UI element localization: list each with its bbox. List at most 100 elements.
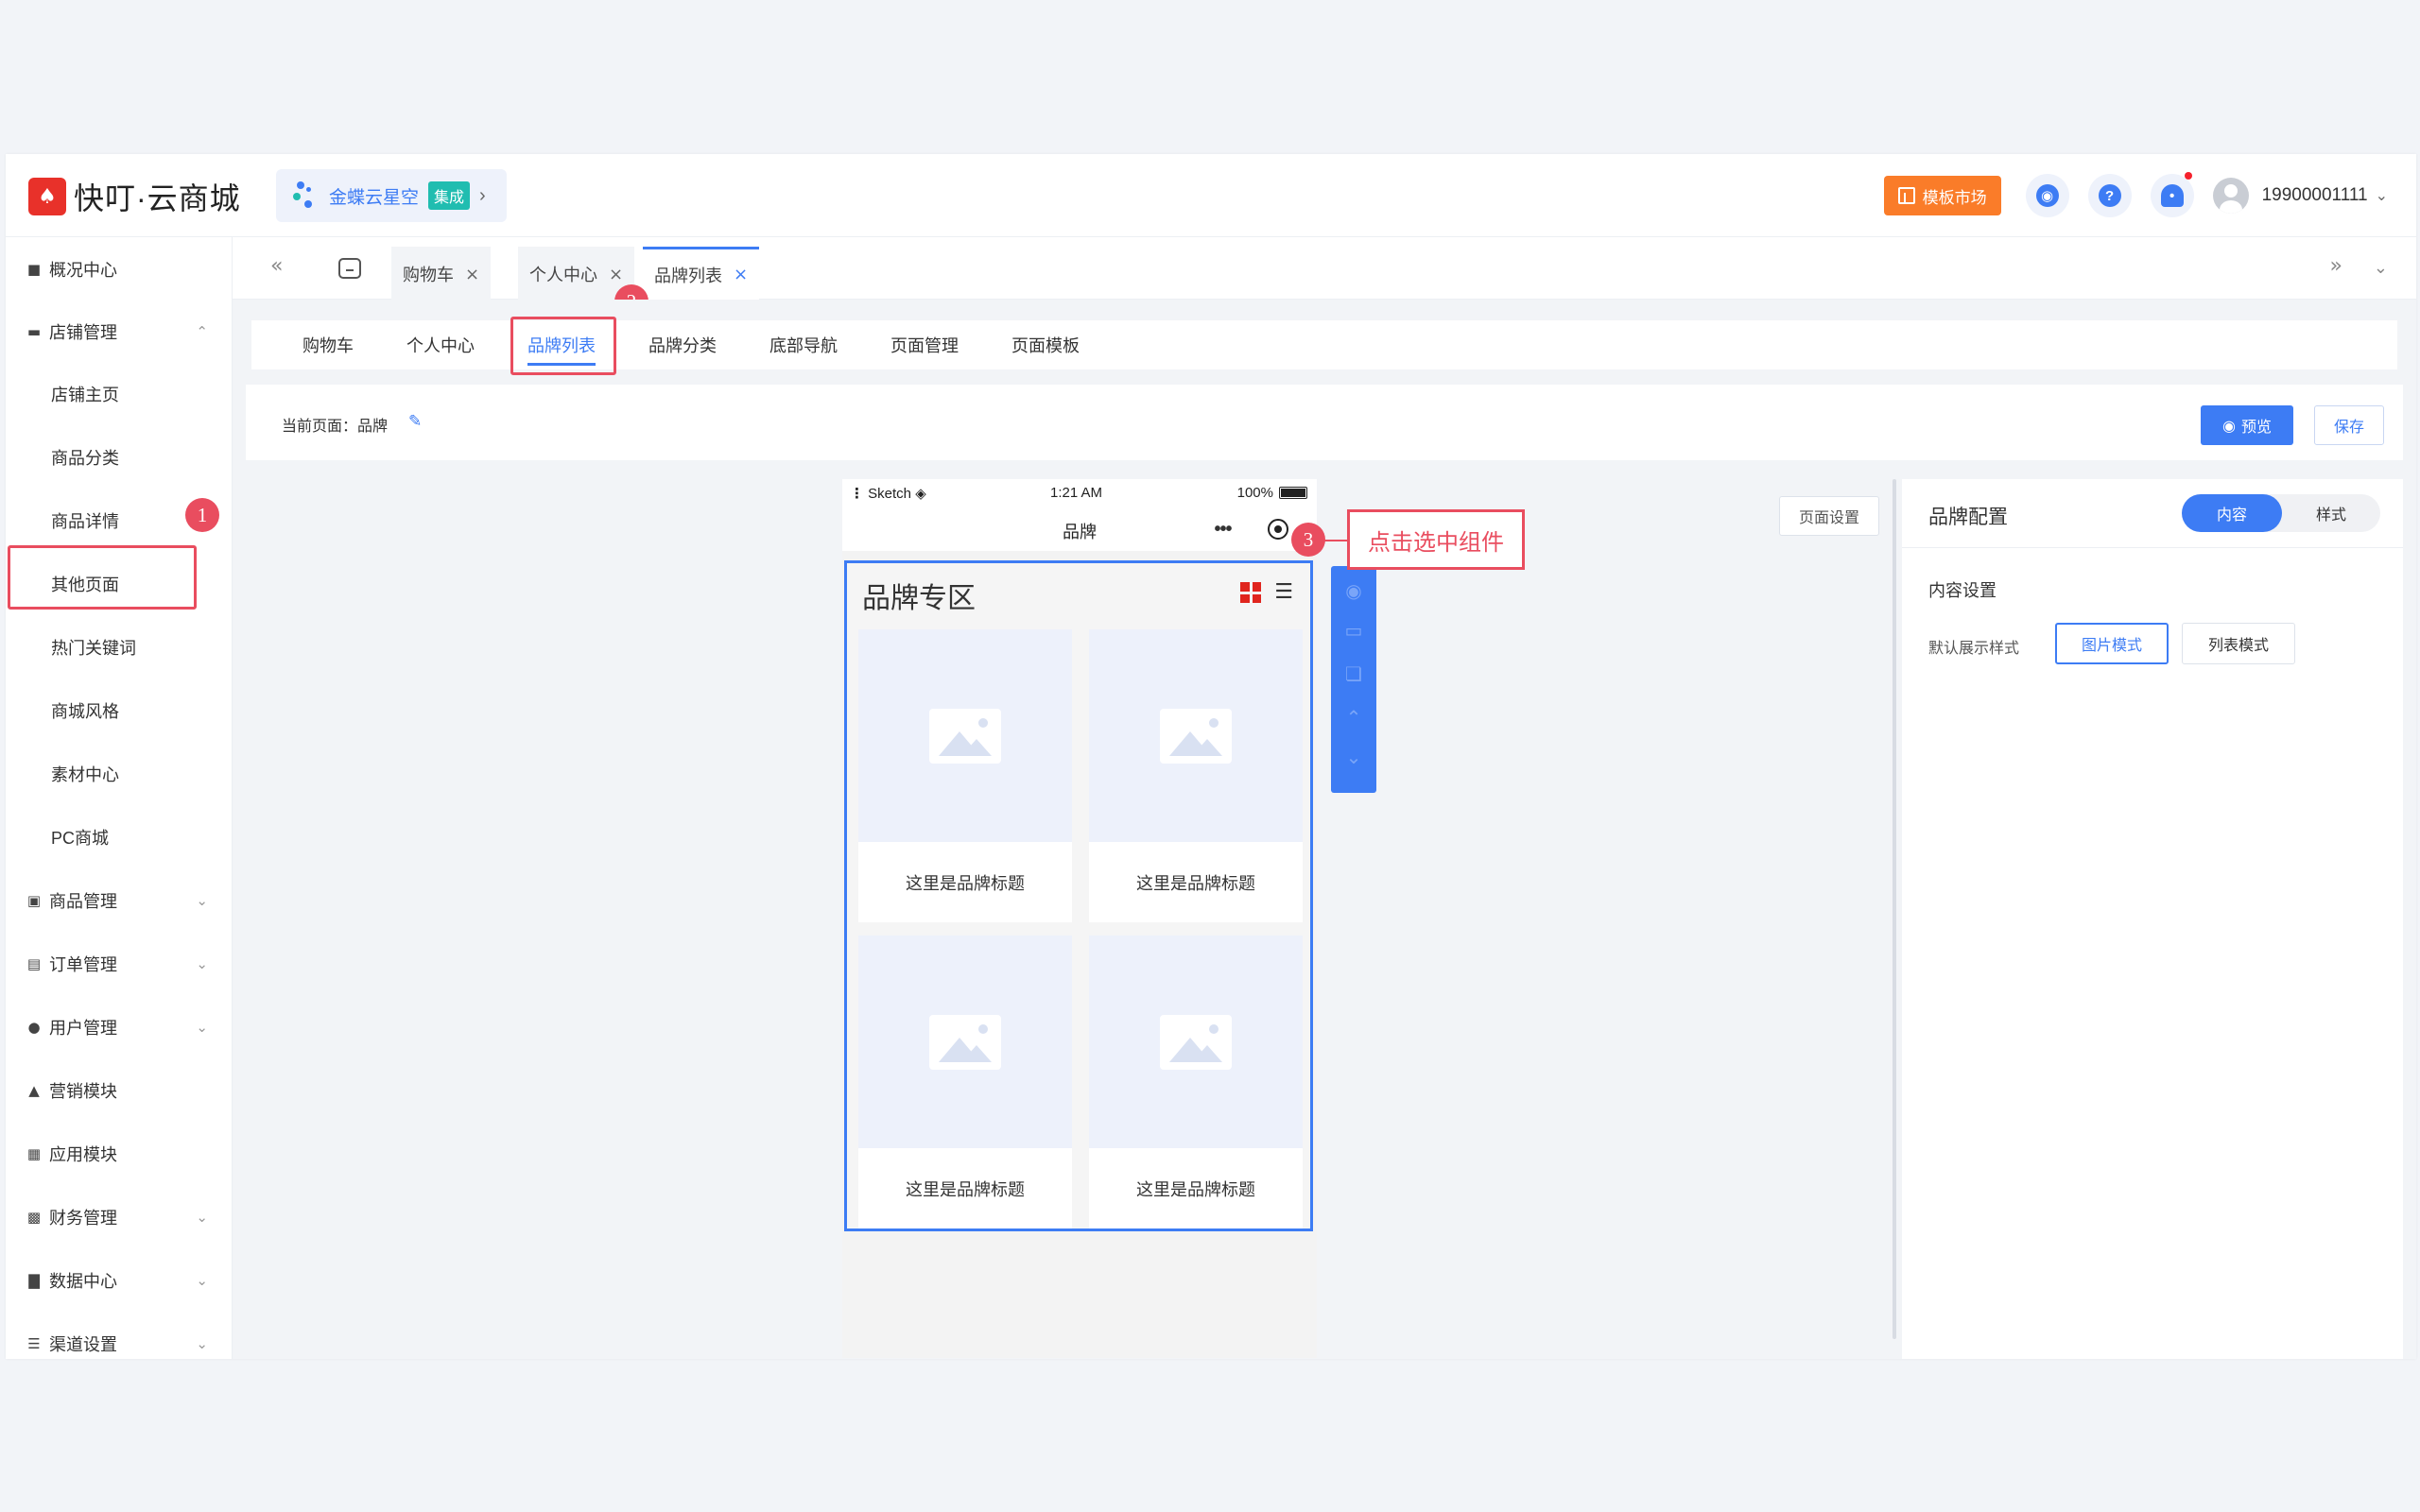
- chevron-up-icon: ⌃: [196, 323, 208, 340]
- top-header: ♠ 快叮·云商城 金蝶云星空 集成 › 模板市场 ◉ ? • 199000011…: [6, 154, 2416, 237]
- carrier-label: Sketch: [868, 486, 912, 502]
- step-badge-1: 1: [185, 498, 219, 532]
- page-settings-button[interactable]: 页面设置: [1779, 496, 1879, 536]
- briefcase-icon: ▣: [26, 892, 42, 909]
- sidebar-item-label: 数据中心: [49, 1272, 117, 1291]
- sidebar-item-data[interactable]: ▇ 数据中心 ⌄: [6, 1262, 233, 1299]
- edit-icon[interactable]: ✎: [408, 412, 422, 431]
- close-icon[interactable]: ×: [465, 265, 479, 284]
- callout-select-component: 点击选中组件: [1347, 509, 1525, 570]
- brand-card: 这里是品牌标题: [1089, 936, 1303, 1228]
- sub-item-hot-keywords[interactable]: 热门关键词: [51, 628, 136, 666]
- sidebar-item-label: 渠道设置: [49, 1335, 117, 1354]
- sidebar-item-products[interactable]: ▣ 商品管理 ⌄: [6, 882, 233, 919]
- sidebar-item-users[interactable]: ● 用户管理 ⌄: [6, 1008, 233, 1046]
- customer-service-button[interactable]: ◉: [2025, 174, 2069, 217]
- sidebar-item-label: 应用模块: [49, 1145, 117, 1164]
- sidebar-item-finance[interactable]: ▩ 财务管理 ⌄: [6, 1198, 233, 1236]
- filter-icon: ☰: [1274, 580, 1293, 604]
- brand-card-title: 这里是品牌标题: [906, 873, 1025, 893]
- panel-scrollbar[interactable]: [1893, 479, 1896, 1339]
- image-placeholder-icon: [929, 708, 1001, 764]
- eye-icon[interactable]: ◉: [1331, 579, 1376, 602]
- subtab-bottom-nav[interactable]: 底部导航: [769, 320, 838, 369]
- content-settings-heading: 内容设置: [1928, 581, 1996, 600]
- tab-label: 购物车: [403, 266, 454, 284]
- chevron-right-icon: ›: [479, 184, 486, 206]
- subtab-profile[interactable]: 个人中心: [406, 320, 475, 369]
- copy-icon[interactable]: ❏: [1331, 662, 1376, 685]
- preview-button[interactable]: ◉ 预览: [2201, 405, 2293, 445]
- sidebar-item-label: 财务管理: [49, 1209, 117, 1228]
- chart-icon: ▲: [28, 1082, 40, 1099]
- subtab-cart[interactable]: 购物车: [302, 320, 354, 369]
- chevron-down-icon: ⌄: [196, 892, 208, 909]
- chevron-down-icon: ⌄: [196, 955, 208, 972]
- close-target-icon: [1268, 519, 1289, 540]
- sidebar-item-overview[interactable]: ■ 概况中心: [6, 250, 233, 288]
- brand-image: [1089, 936, 1303, 1148]
- sub-item-category[interactable]: 商品分类: [51, 438, 119, 476]
- close-icon[interactable]: ×: [734, 265, 748, 284]
- brand-image: [858, 629, 1072, 842]
- move-down-icon[interactable]: ⌄: [1331, 746, 1376, 768]
- logo[interactable]: ♠ 快叮·云商城: [28, 175, 241, 218]
- sub-item-pc-mall[interactable]: PC商城: [51, 818, 109, 856]
- template-market-button[interactable]: 模板市场: [1883, 176, 2001, 215]
- sidebar-item-channels[interactable]: ☰ 渠道设置 ⌄: [6, 1325, 233, 1359]
- subtab-page-template[interactable]: 页面模板: [1011, 320, 1080, 369]
- brand-card-title: 这里是品牌标题: [1136, 873, 1255, 893]
- notification-button[interactable]: •: [2150, 172, 2194, 217]
- wifi-icon: ◈: [915, 485, 926, 502]
- tab-brand-list[interactable]: 品牌列表 ×: [643, 247, 760, 300]
- tabs-scroll-right-icon[interactable]: »: [2330, 254, 2342, 278]
- image-placeholder-icon: [1160, 1014, 1232, 1070]
- image-placeholder-icon: [929, 1014, 1001, 1070]
- sub-item-store-home[interactable]: 店铺主页: [51, 375, 119, 413]
- brand-section-title: 品牌专区: [862, 583, 976, 614]
- option-image-mode[interactable]: 图片模式: [2055, 623, 2169, 664]
- option-list-mode[interactable]: 列表模式: [2182, 623, 2295, 664]
- brand-card-title: 这里是品牌标题: [1136, 1179, 1255, 1199]
- chevron-down-icon[interactable]: ⌄: [2376, 186, 2388, 205]
- current-page-label: 当前页面：品牌: [282, 419, 389, 435]
- user-icon: ●: [27, 1019, 41, 1036]
- sidebar-item-label: 概况中心: [49, 261, 117, 280]
- lock-icon: ■: [26, 261, 42, 278]
- sidebar-item-marketing[interactable]: ▲ 营销模块: [6, 1072, 233, 1109]
- tab-content[interactable]: 内容: [2182, 494, 2282, 532]
- sidebar-item-store[interactable]: ▬ 店铺管理 ⌃: [6, 313, 233, 351]
- help-button[interactable]: ?: [2087, 174, 2132, 217]
- divider: [1902, 547, 2403, 548]
- kingdee-integration-chip[interactable]: 金蝶云星空 集成 ›: [276, 169, 507, 222]
- user-phone[interactable]: 19900001111: [2262, 185, 2368, 206]
- header-actions: 模板市场 ◉ ? • 19900001111 ⌄: [1883, 172, 2388, 218]
- tab-style[interactable]: 样式: [2282, 494, 2380, 532]
- tabs-scroll-left-icon[interactable]: «: [270, 254, 283, 278]
- kingdee-label: 金蝶云星空: [329, 187, 420, 208]
- sidebar-item-label: 店铺管理: [49, 323, 117, 342]
- sub-item-product-detail[interactable]: 商品详情: [51, 502, 119, 540]
- sub-item-materials[interactable]: 素材中心: [51, 755, 119, 793]
- subtab-brand-category[interactable]: 品牌分类: [648, 320, 717, 369]
- brand-image: [858, 936, 1072, 1148]
- home-icon[interactable]: [338, 258, 361, 279]
- sub-item-mall-style[interactable]: 商城风格: [51, 692, 119, 730]
- tab-cart[interactable]: 购物车 ×: [391, 247, 492, 300]
- close-icon[interactable]: ×: [609, 265, 623, 284]
- preview-label: 预览: [2240, 420, 2272, 436]
- avatar[interactable]: [2212, 178, 2249, 214]
- tabs-menu-chevron-down-icon[interactable]: ⌄: [2374, 258, 2388, 278]
- move-up-icon[interactable]: ⌃: [1331, 706, 1376, 729]
- save-button[interactable]: 保存: [2314, 405, 2384, 445]
- signal-icon: ⋮: [850, 486, 864, 502]
- delete-icon[interactable]: ▭: [1331, 619, 1376, 642]
- question-icon: ?: [2098, 184, 2121, 207]
- sidebar-item-apps[interactable]: ▦ 应用模块: [6, 1135, 233, 1173]
- sidebar-item-label: 订单管理: [49, 955, 117, 974]
- subtab-page-manage[interactable]: 页面管理: [890, 320, 959, 369]
- sidebar-item-label: 商品管理: [49, 892, 117, 911]
- grid-icon: [1240, 582, 1261, 603]
- sidebar-item-orders[interactable]: ▤ 订单管理 ⌄: [6, 945, 233, 983]
- brand-list-component[interactable]: 品牌专区 ☰ 这里是品牌标题 这里是品牌标题 这里是品牌标题 这里是品牌标题: [844, 560, 1313, 1231]
